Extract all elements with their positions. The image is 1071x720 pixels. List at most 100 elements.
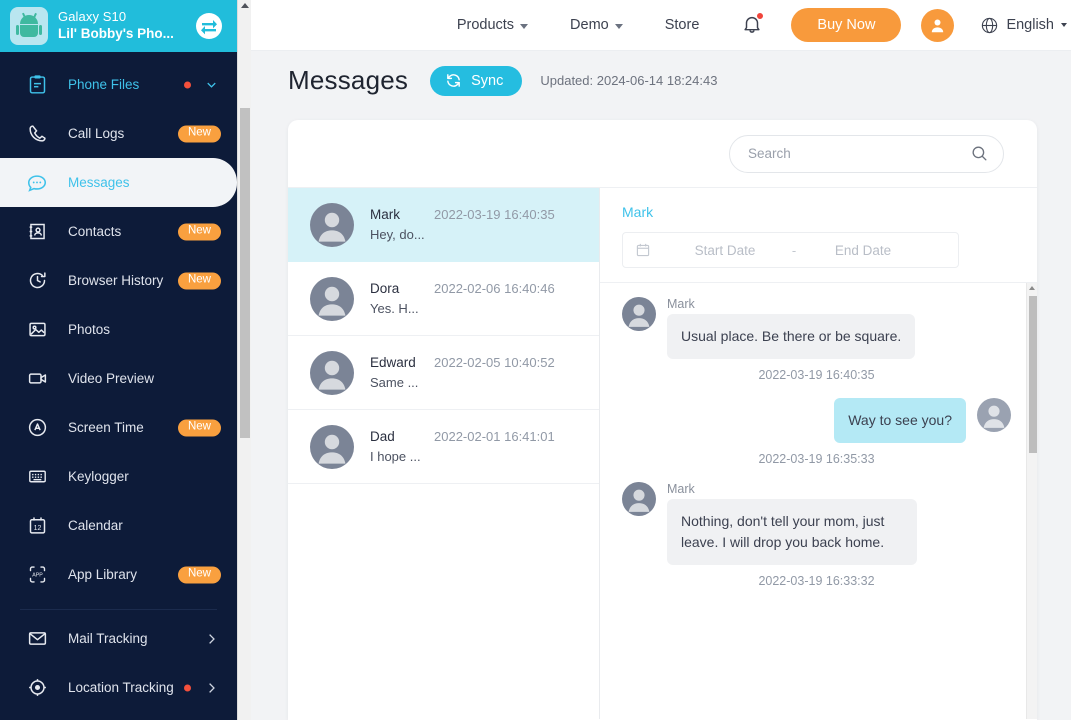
chat-message-scroll: Mark Usual place. Be there or be square.… xyxy=(600,283,1037,719)
conversation-preview: Yes. H... xyxy=(370,300,419,316)
conversation-row-mark[interactable]: Mark Hey, do... 2022-03-19 16:40:35 xyxy=(288,188,599,262)
chat-contact-name: Mark xyxy=(622,204,654,220)
language-selector[interactable]: English xyxy=(980,16,1067,35)
message-time-wrap: 2022-03-19 16:33:32 xyxy=(600,574,1037,588)
sidebar-item-messages[interactable]: Messages xyxy=(0,158,237,207)
scrollbar-thumb[interactable] xyxy=(1028,296,1037,453)
sidebar-item-mail-tracking[interactable]: Mail Tracking xyxy=(0,614,237,663)
message-row-incoming: Mark Usual place. Be there or be square. xyxy=(600,297,1037,359)
svg-text:APP: APP xyxy=(32,573,43,579)
sidebar-item-label: Messages xyxy=(68,175,130,190)
sync-button[interactable]: Sync xyxy=(430,65,523,96)
avatar xyxy=(310,424,354,469)
sidebar-item-label: Contacts xyxy=(68,224,122,239)
badge-new: New xyxy=(177,419,221,436)
sidebar-item-label: Browser History xyxy=(68,273,164,288)
search-icon[interactable] xyxy=(970,144,989,163)
switch-device-icon[interactable] xyxy=(193,10,225,42)
nav-demo[interactable]: Demo xyxy=(570,17,623,33)
svg-text:12: 12 xyxy=(33,525,41,532)
message-sender: Mark xyxy=(667,297,695,311)
messages-card: Mark Hey, do... 2022-03-19 16:40:35 xyxy=(288,120,1037,720)
sidebar-item-label: Call Logs xyxy=(68,126,125,141)
start-date-input[interactable]: Start Date xyxy=(665,243,785,258)
sidebar-group-label: Phone Files xyxy=(68,77,140,92)
device-model: Galaxy S10 xyxy=(58,9,127,25)
nav-store[interactable]: Store xyxy=(665,17,700,33)
target-icon xyxy=(24,677,50,698)
screen-time-icon xyxy=(24,417,50,438)
badge-new: New xyxy=(177,125,221,142)
message-time-wrap: 2022-03-19 16:40:35 xyxy=(600,368,1037,382)
sidebar-item-contacts[interactable]: Contacts New xyxy=(0,207,237,256)
sidebar-group-phone-files[interactable]: Phone Files xyxy=(0,60,237,109)
chevron-right-icon[interactable] xyxy=(204,631,219,646)
history-clock-icon xyxy=(24,270,50,291)
nav-products[interactable]: Products xyxy=(456,17,529,33)
device-name: Lil' Bobby's Pho... xyxy=(58,25,174,41)
search-row xyxy=(288,120,1037,188)
search-box[interactable] xyxy=(729,134,1004,173)
notification-bell-icon[interactable] xyxy=(741,12,765,37)
photo-icon xyxy=(24,319,50,340)
refresh-icon xyxy=(445,72,462,89)
globe-icon xyxy=(980,16,999,35)
sidebar-item-label: App Library xyxy=(68,567,138,582)
contact-card-icon xyxy=(24,221,50,242)
scroll-up-arrow-icon[interactable] xyxy=(1029,286,1035,290)
sidebar-item-keylogger[interactable]: Keylogger xyxy=(0,452,237,501)
date-range-picker[interactable]: Start Date - End Date xyxy=(622,232,959,268)
main-content: Messages Sync Updated: 2024-06-14 18:24:… xyxy=(251,51,1071,720)
avatar xyxy=(977,398,1011,443)
sidebar-item-calendar[interactable]: 12 Calendar xyxy=(0,501,237,550)
end-date-input[interactable]: End Date xyxy=(803,243,923,258)
avatar xyxy=(622,482,656,565)
device-header[interactable]: Galaxy S10 Lil' Bobby's Pho... xyxy=(0,0,237,52)
chat-header: Mark Start Date - End Date xyxy=(600,188,1037,283)
app-library-icon: APP xyxy=(24,564,50,585)
message-time-wrap: 2022-03-19 16:35:33 xyxy=(600,452,1037,466)
sidebar-item-call-logs[interactable]: Call Logs New xyxy=(0,109,237,158)
avatar xyxy=(310,202,354,247)
conversation-time: 2022-02-05 10:40:52 xyxy=(434,354,555,370)
avatar xyxy=(310,276,354,321)
clipboard-icon xyxy=(24,74,50,95)
sidebar-item-browser-history[interactable]: Browser History New xyxy=(0,256,237,305)
chat-panel: Mark Start Date - End Date Mark Usual pl… xyxy=(600,188,1037,719)
chevron-down-icon[interactable] xyxy=(204,77,219,92)
message-timestamp: 2022-03-19 16:40:35 xyxy=(758,368,875,382)
chat-bubble-icon xyxy=(24,172,50,194)
message-row-incoming: Mark Nothing, don't tell your mom, just … xyxy=(600,482,1037,565)
page-scrollbar[interactable] xyxy=(237,0,251,720)
sidebar-item-label: Mail Tracking xyxy=(68,631,148,646)
badge-new: New xyxy=(177,272,221,289)
conversation-row-dad[interactable]: Dad I hope ... 2022-02-01 16:41:01 xyxy=(288,410,599,484)
message-row-outgoing: Way to see you? xyxy=(600,398,1037,443)
message-timestamp: 2022-03-19 16:35:33 xyxy=(758,452,875,466)
search-input[interactable] xyxy=(748,146,970,161)
conversation-row-dora[interactable]: Dora Yes. H... 2022-02-06 16:40:46 xyxy=(288,262,599,336)
sidebar-item-label: Location Tracking xyxy=(68,680,174,695)
user-avatar-icon[interactable] xyxy=(921,8,955,42)
sidebar-nav: Phone Files Call Logs New Messages Conta… xyxy=(0,52,237,712)
conversation-preview: Same ... xyxy=(370,374,419,390)
sidebar-item-app-library[interactable]: APP App Library New xyxy=(0,550,237,599)
sidebar-item-photos[interactable]: Photos xyxy=(0,305,237,354)
sidebar-item-screen-time[interactable]: Screen Time New xyxy=(0,403,237,452)
sidebar-divider xyxy=(20,609,217,610)
sync-label: Sync xyxy=(471,72,504,89)
conversation-preview: Hey, do... xyxy=(370,226,425,242)
scrollbar-thumb[interactable] xyxy=(240,108,250,438)
conversation-row-edward[interactable]: Edward Same ... 2022-02-05 10:40:52 xyxy=(288,336,599,410)
chevron-right-icon[interactable] xyxy=(204,680,219,695)
nav-products-label: Products xyxy=(456,17,515,33)
chat-scrollbar[interactable] xyxy=(1026,283,1037,719)
buy-now-button[interactable]: Buy Now xyxy=(791,8,902,42)
sidebar-item-location-tracking[interactable]: Location Tracking xyxy=(0,663,237,712)
scroll-up-arrow-icon[interactable] xyxy=(240,3,249,8)
app-root: Galaxy S10 Lil' Bobby's Pho... Phone Fil… xyxy=(0,0,1071,720)
message-sender: Mark xyxy=(667,482,695,496)
sidebar-item-label: Screen Time xyxy=(68,420,144,435)
conversation-list: Mark Hey, do... 2022-03-19 16:40:35 Dora… xyxy=(288,188,600,719)
sidebar-item-video-preview[interactable]: Video Preview xyxy=(0,354,237,403)
